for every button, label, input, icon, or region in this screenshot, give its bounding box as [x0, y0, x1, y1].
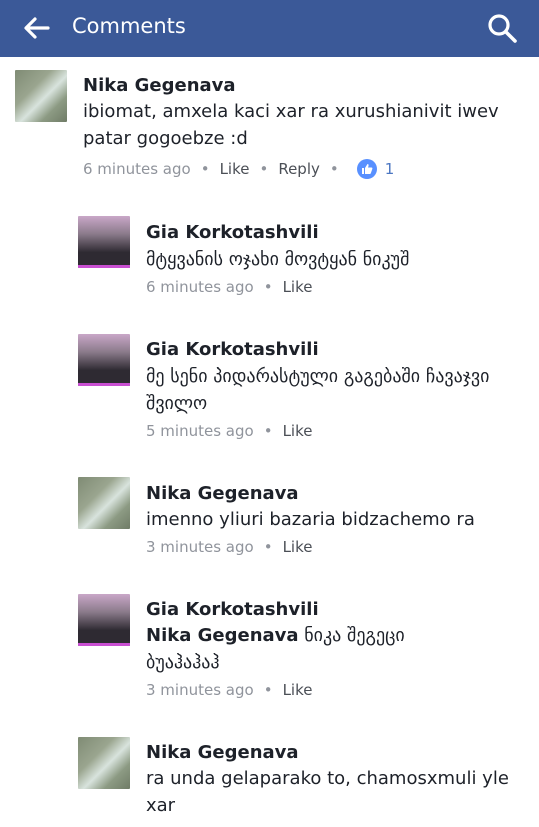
- avatar[interactable]: [15, 70, 67, 122]
- comment-text: ibiomat, amxela kaci xar ra xurushianivi…: [83, 101, 499, 149]
- arrow-left-icon[interactable]: [20, 12, 52, 44]
- like-button[interactable]: Like: [220, 160, 250, 178]
- comment-author[interactable]: Nika Gegenava: [146, 742, 299, 763]
- avatar[interactable]: [78, 737, 130, 789]
- top-app-bar: Comments: [0, 0, 539, 57]
- separator-dot: •: [263, 681, 273, 699]
- like-button[interactable]: Like: [283, 278, 313, 296]
- page-title: Comments: [72, 14, 186, 38]
- thumbs-up-glyph: [361, 164, 373, 174]
- comment-author[interactable]: Gia Korkotashvili: [146, 222, 319, 243]
- comment-text: ra unda gelaparako to, chamosxmuli yle x…: [146, 768, 509, 816]
- like-count[interactable]: 1: [385, 160, 395, 178]
- comment-meta: 6 minutes ago • Like: [146, 278, 312, 296]
- thumbs-up-icon[interactable]: [356, 159, 377, 179]
- like-button[interactable]: Like: [283, 681, 313, 699]
- search-icon[interactable]: [485, 11, 519, 45]
- comment-text: Nika Gegenava ნიკა შეგეცი ბუაჰაჰაჰ: [146, 622, 446, 676]
- comment-meta: 3 minutes ago • Like: [146, 538, 312, 556]
- avatar[interactable]: [78, 334, 130, 386]
- comment-time: 3 minutes ago: [146, 681, 254, 699]
- comment-text: მე სენი პიდარასტული გაგებაში ჩავაჯვი შვი…: [146, 366, 490, 414]
- mention-tag[interactable]: Nika Gegenava: [146, 625, 299, 646]
- separator-dot: •: [200, 160, 210, 178]
- comment-meta: 3 minutes ago • Like: [146, 681, 312, 699]
- separator-dot: •: [263, 422, 273, 440]
- comment-text: imenno yliuri bazaria bidzachemo ra: [146, 509, 475, 530]
- comment-text: მტყვანის ოჯახი მოვტყან ნიკუშ: [146, 249, 410, 270]
- avatar[interactable]: [78, 594, 130, 646]
- separator-dot: •: [259, 160, 269, 178]
- like-button[interactable]: Like: [283, 538, 313, 556]
- comment-author[interactable]: Gia Korkotashvili: [146, 599, 319, 620]
- comment-time: 3 minutes ago: [146, 538, 254, 556]
- separator-dot: •: [263, 278, 273, 296]
- comment-time: 6 minutes ago: [146, 278, 254, 296]
- reply-button[interactable]: Reply: [278, 160, 320, 178]
- comment-time: 5 minutes ago: [146, 422, 254, 440]
- separator-dot: •: [329, 160, 339, 178]
- comment-author[interactable]: Nika Gegenava: [83, 75, 236, 96]
- avatar[interactable]: [78, 216, 130, 268]
- separator-dot: •: [263, 538, 273, 556]
- comment-author[interactable]: Gia Korkotashvili: [146, 339, 319, 360]
- comment-author[interactable]: Nika Gegenava: [146, 483, 299, 504]
- like-button[interactable]: Like: [283, 422, 313, 440]
- comment-meta: 6 minutes ago • Like • Reply • 1: [83, 159, 394, 179]
- avatar[interactable]: [78, 477, 130, 529]
- comment-time: 6 minutes ago: [83, 160, 191, 178]
- comment-meta: 5 minutes ago • Like: [146, 422, 312, 440]
